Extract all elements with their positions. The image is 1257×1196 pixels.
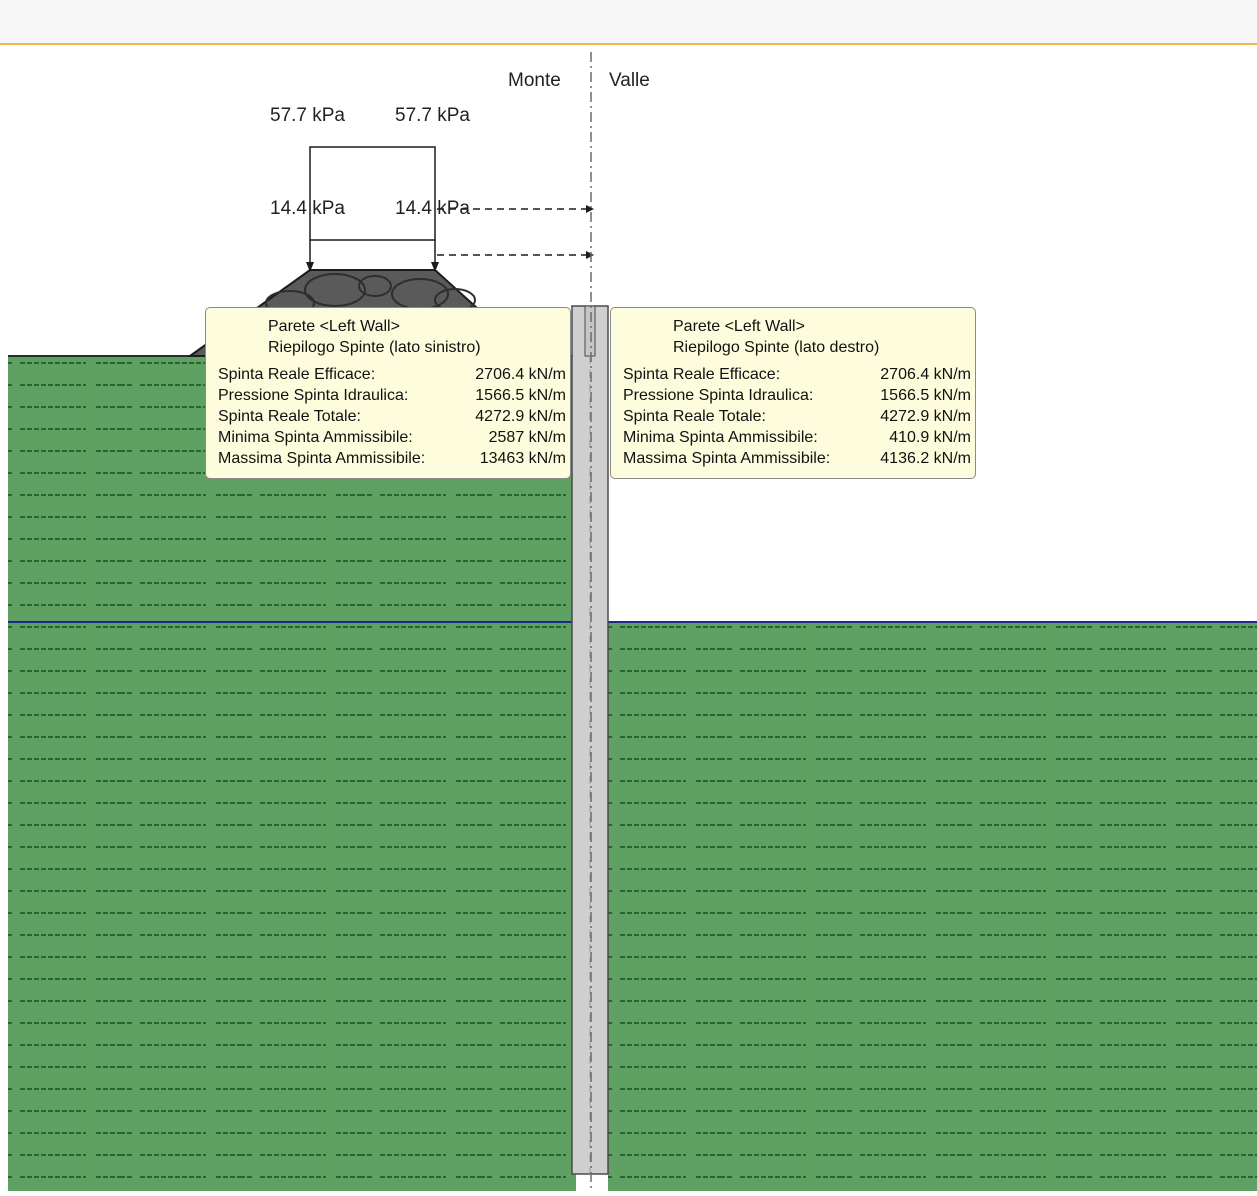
summary-right-row: Spinta Reale Totale: 4272.9 kN/m: [623, 406, 971, 427]
row-label: Pressione Spinta Idraulica:: [623, 387, 814, 404]
row-label: Minima Spinta Ammissibile:: [623, 429, 818, 446]
summary-right-row: Minima Spinta Ammissibile: 410.9 kN/m: [623, 427, 971, 448]
summary-right-row: Massima Spinta Ammissibile: 4136.2 kN/m: [623, 448, 971, 469]
row-label: Spinta Reale Efficace:: [218, 366, 376, 383]
section-drawing: [8, 52, 1257, 1191]
row-value: 2706.4 kN/m: [475, 366, 566, 383]
summary-right-subtitle: Riepilogo Spinte (lato destro): [673, 339, 880, 356]
summary-right-row: Pressione Spinta Idraulica: 1566.5 kN/m: [623, 385, 971, 406]
summary-left-row: Massima Spinta Ammissibile: 13463 kN/m: [218, 448, 566, 469]
summary-left-row: Pressione Spinta Idraulica: 1566.5 kN/m: [218, 385, 566, 406]
summary-left-row: Spinta Reale Efficace: 2706.4 kN/m: [218, 364, 566, 385]
summary-left-title: Parete <Left Wall>: [268, 318, 400, 335]
row-label: Spinta Reale Totale:: [218, 408, 361, 425]
summary-right-title: Parete <Left Wall>: [673, 318, 805, 335]
row-label: Pressione Spinta Idraulica:: [218, 387, 409, 404]
row-label: Massima Spinta Ammissibile:: [218, 450, 426, 467]
surcharge-top-right-label: 57.7 kPa: [395, 105, 470, 126]
row-value: 410.9 kN/m: [889, 429, 971, 446]
summary-right-row: Spinta Reale Efficace: 2706.4 kN/m: [623, 364, 971, 385]
row-label: Minima Spinta Ammissibile:: [218, 429, 413, 446]
section-canvas[interactable]: Monte Valle 57.7 kPa 57.7 kPa 14.4 kPa 1…: [0, 0, 1257, 1191]
row-label: Massima Spinta Ammissibile:: [623, 450, 831, 467]
row-value: 1566.5 kN/m: [880, 387, 971, 404]
row-value: 2706.4 kN/m: [880, 366, 971, 383]
soil-left: [8, 356, 576, 1191]
summary-left-subtitle: Riepilogo Spinte (lato sinistro): [268, 339, 481, 356]
summary-left-row: Spinta Reale Totale: 4272.9 kN/m: [218, 406, 566, 427]
surcharge-bottom-left-label: 14.4 kPa: [270, 198, 345, 219]
row-value: 4272.9 kN/m: [880, 408, 971, 425]
summary-left-row: Minima Spinta Ammissibile: 2587 kN/m: [218, 427, 566, 448]
valle-label: Valle: [609, 70, 650, 91]
summary-tooltip-left: Parete <Left Wall> Riepilogo Spinte (lat…: [205, 307, 571, 479]
row-value: 13463 kN/m: [479, 450, 566, 467]
surcharge-bottom-right-label: 14.4 kPa: [395, 198, 470, 219]
row-value: 4136.2 kN/m: [880, 450, 971, 467]
row-value: 4272.9 kN/m: [475, 408, 566, 425]
diaphragm-wall: [571, 305, 609, 1175]
summary-tooltip-right: Parete <Left Wall> Riepilogo Spinte (lat…: [610, 307, 976, 479]
row-value: 1566.5 kN/m: [475, 387, 566, 404]
monte-label: Monte: [508, 70, 561, 91]
surcharge-top-left-label: 57.7 kPa: [270, 105, 345, 126]
soil-right: [608, 623, 1257, 1191]
row-label: Spinta Reale Efficace:: [623, 366, 781, 383]
row-value: 2587 kN/m: [488, 429, 566, 446]
row-label: Spinta Reale Totale:: [623, 408, 766, 425]
